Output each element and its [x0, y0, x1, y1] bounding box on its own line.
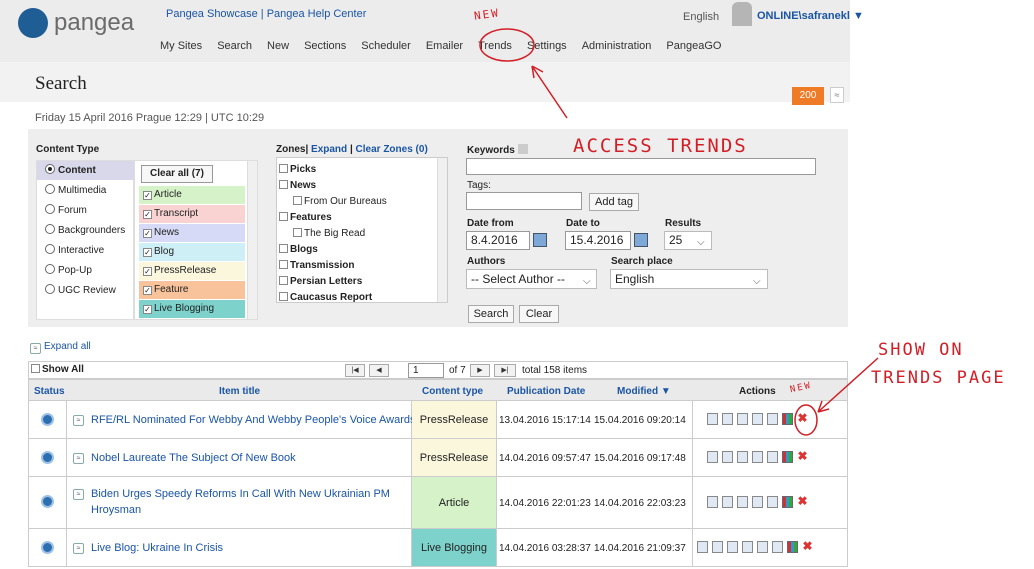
access-trends-annotation: ACCESS TRENDS — [573, 135, 748, 157]
annotation-overlay — [479, 28, 879, 436]
show-on-annotation: SHOW ON — [878, 340, 964, 360]
trends-page-annotation: TRENDS PAGE — [871, 368, 1006, 388]
trends-circle-annotation — [479, 28, 535, 62]
trends-action-circle-annotation — [794, 404, 818, 436]
access-trends-arrow — [531, 65, 568, 119]
page: { "app":{"name":"pangea","brand_color":"… — [0, 0, 1034, 569]
show-trends-arrow — [817, 357, 879, 413]
